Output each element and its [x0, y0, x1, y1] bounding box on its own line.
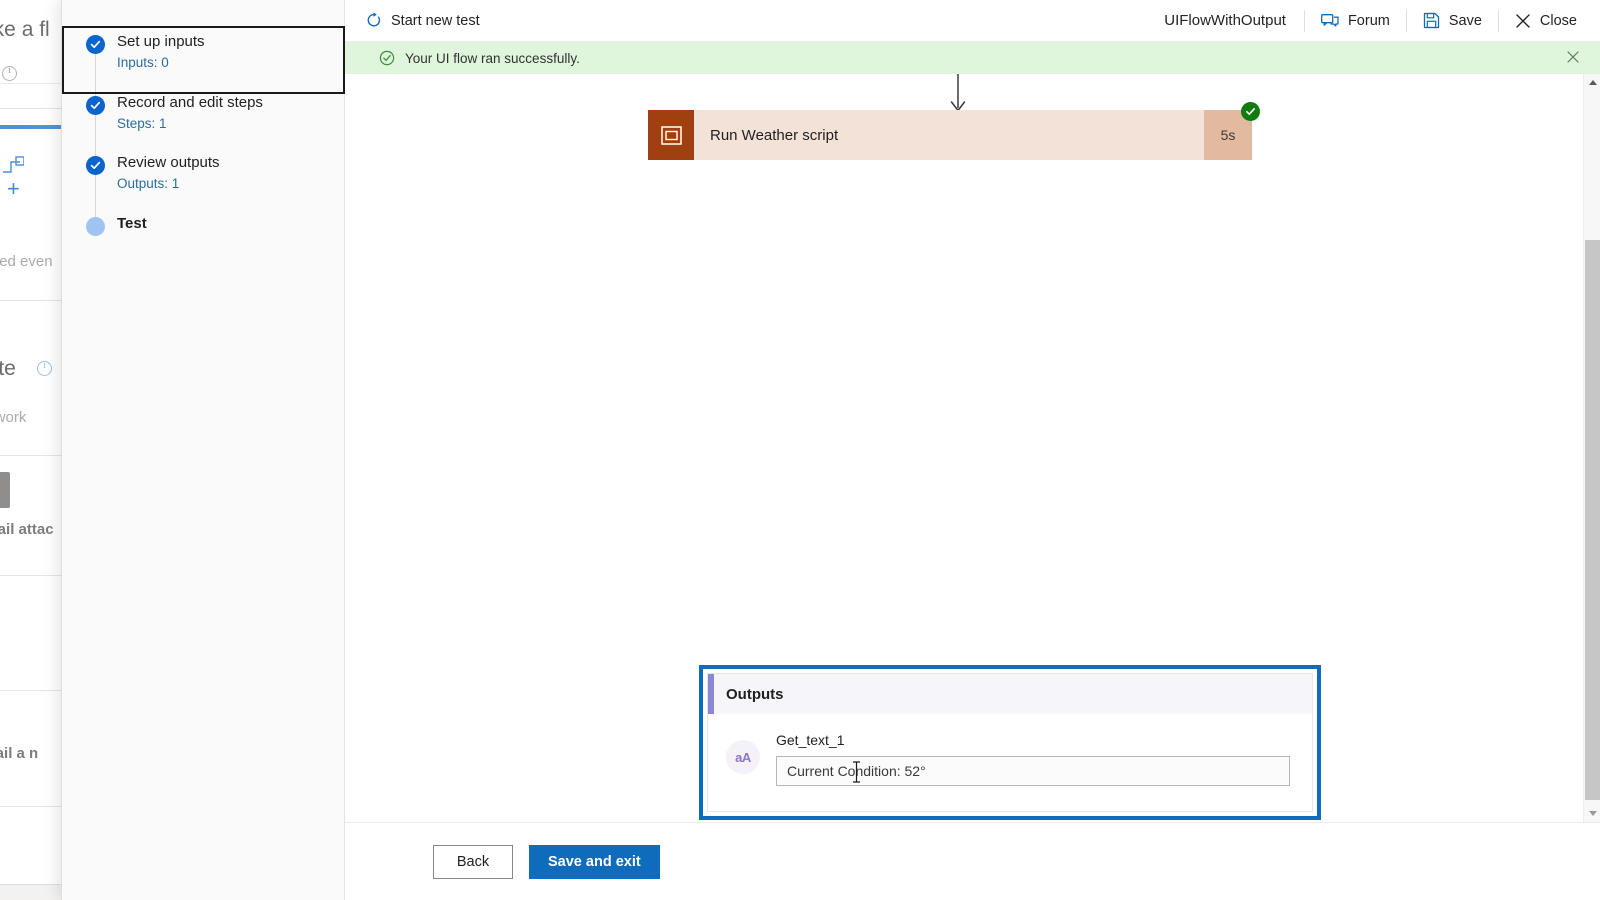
- bg-fragment-1: late: [0, 357, 16, 380]
- back-button[interactable]: Back: [433, 844, 513, 879]
- divider: [1303, 9, 1305, 32]
- test-dialog: Set up inputs Inputs: 0 Record and edit …: [61, 0, 1600, 900]
- wizard-step-title: Review outputs: [117, 154, 220, 171]
- command-bar: Start new test UIFlowWithOutput Forum Sa…: [345, 0, 1600, 42]
- close-button[interactable]: Close: [1501, 0, 1591, 42]
- bg-bottom-strip: [0, 884, 61, 900]
- start-new-test-button[interactable]: Start new test: [351, 0, 494, 42]
- output-field-label: Get_text_1: [776, 732, 845, 748]
- flow-canvas: Run Weather script 5s Outputs aA Get_tex…: [345, 74, 1600, 822]
- scroll-up-icon[interactable]: [1584, 74, 1600, 91]
- output-value-input[interactable]: Current Condition: 52°: [776, 756, 1290, 786]
- script-window-icon: [648, 110, 694, 160]
- save-label: Save: [1448, 12, 1482, 29]
- info-icon: [2, 65, 17, 81]
- wizard-step-title: Set up inputs: [117, 33, 205, 50]
- bg-fragment-0: gnated even: [0, 253, 53, 270]
- wizard-rail: Set up inputs Inputs: 0 Record and edit …: [62, 0, 345, 900]
- banner-close-icon[interactable]: [1565, 49, 1583, 67]
- check-circle-icon: [86, 96, 105, 115]
- flow-step-card-run-weather-script[interactable]: Run Weather script 5s: [648, 102, 1260, 160]
- divider: [1497, 9, 1499, 32]
- outputs-panel-header: Outputs: [708, 674, 1312, 714]
- close-label: Close: [1539, 12, 1577, 29]
- restart-icon: [365, 12, 382, 29]
- canvas-scrollbar[interactable]: [1583, 74, 1600, 822]
- wizard-step-title: Record and edit steps: [117, 94, 263, 111]
- success-banner-message: Your UI flow ran successfully.: [405, 50, 580, 66]
- scrollbar-thumb[interactable]: [1585, 240, 1600, 800]
- forum-label: Forum: [1347, 12, 1390, 29]
- wizard-connector-line: [95, 52, 96, 227]
- bg-fragment-3: email attac: [0, 521, 54, 538]
- app-root: ake a fl + gnated even late te work emai…: [0, 0, 1600, 900]
- wizard-step-subtitle: Outputs: 1: [117, 176, 180, 191]
- close-x-icon: [1515, 13, 1531, 29]
- bg-fragment-2: te work: [0, 409, 27, 426]
- bg-thumbnail: [0, 472, 10, 508]
- plus-icon: +: [7, 176, 20, 201]
- forum-icon: [1321, 13, 1339, 29]
- dialog-footer: Back Save and exit: [345, 822, 1600, 900]
- wizard-step-subtitle: Inputs: 0: [117, 55, 169, 70]
- outputs-panel[interactable]: Outputs aA Get_text_1 Current Condition:…: [699, 665, 1321, 820]
- current-step-dot-icon: [86, 217, 105, 236]
- wizard-step-subtitle: Steps: 1: [117, 116, 167, 131]
- outputs-accent-bar: [708, 674, 714, 714]
- outputs-panel-inner: Outputs aA Get_text_1 Current Condition:…: [707, 673, 1313, 812]
- scroll-down-icon[interactable]: [1584, 805, 1600, 822]
- save-disk-icon: [1423, 12, 1440, 29]
- wizard-step-title: Test: [117, 215, 147, 232]
- text-type-icon: aA: [726, 740, 760, 774]
- text-cursor-icon: [853, 761, 860, 783]
- output-row: aA Get_text_1 Current Condition: 52°: [708, 714, 1312, 786]
- info-icon-blue: [37, 360, 52, 376]
- command-bar-right: UIFlowWithOutput Forum Save Close: [1148, 0, 1600, 42]
- success-banner: Your UI flow ran successfully.: [345, 42, 1600, 74]
- save-and-exit-button[interactable]: Save and exit: [529, 844, 660, 879]
- save-button[interactable]: Save: [1409, 0, 1496, 42]
- flow-name-label: UIFlowWithOutput: [1164, 12, 1286, 29]
- check-circle-icon: [379, 50, 395, 66]
- check-circle-icon: [86, 156, 105, 175]
- flow-icon: [3, 156, 24, 173]
- divider: [1405, 9, 1407, 32]
- flow-step-label: Run Weather script: [710, 126, 839, 144]
- start-new-test-label: Start new test: [391, 12, 480, 29]
- outputs-title: Outputs: [726, 685, 784, 703]
- check-circle-icon: [86, 35, 105, 54]
- bg-page-title: ake a fl: [0, 18, 50, 41]
- bg-fragment-4: email a n: [0, 745, 39, 762]
- outputs-panel-body: aA Get_text_1 Current Condition: 52°: [708, 714, 1312, 786]
- forum-button[interactable]: Forum: [1307, 0, 1404, 42]
- status-success-icon: [1241, 102, 1260, 121]
